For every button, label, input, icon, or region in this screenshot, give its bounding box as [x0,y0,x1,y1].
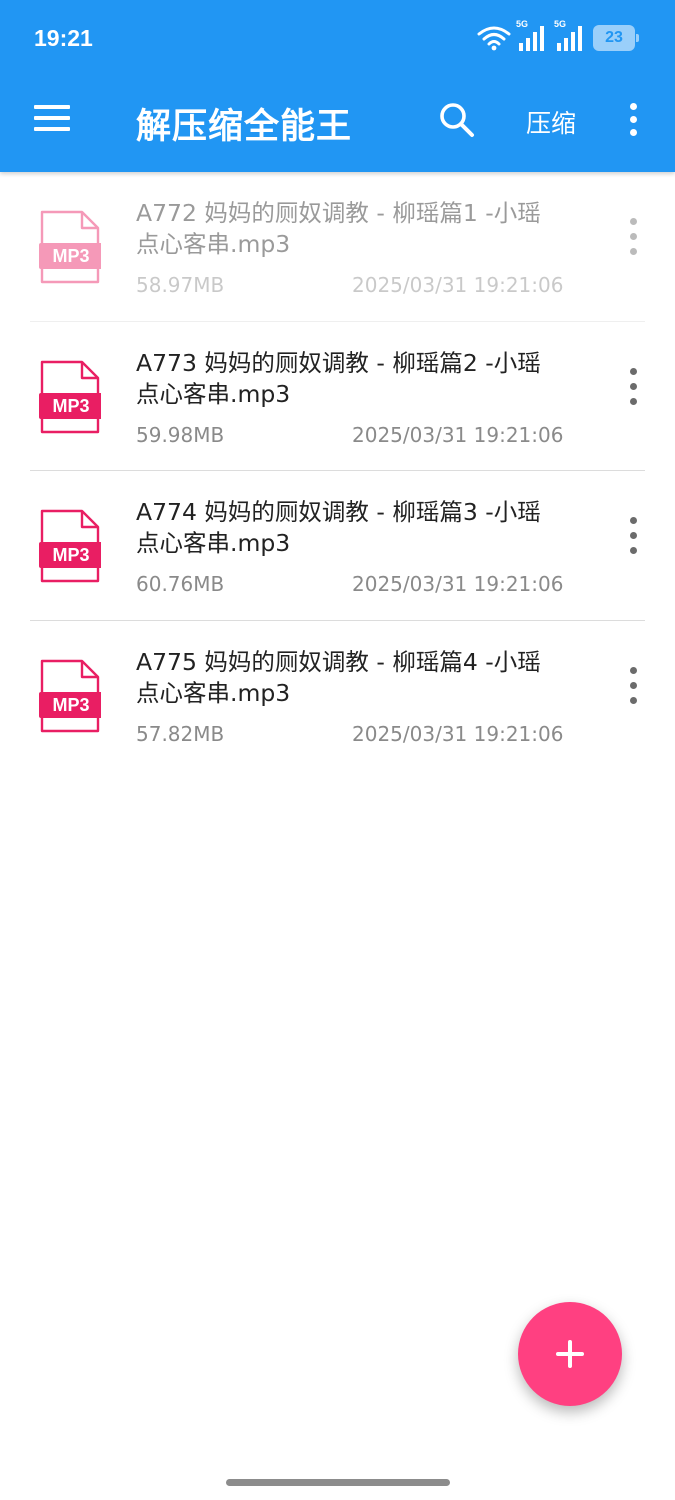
signal-strength-icon-1: 5G [516,19,549,53]
file-more-icon[interactable] [624,216,644,258]
status-time: 19:21 [34,25,93,51]
file-date: 2025/03/31 19:21:06 [352,273,564,297]
mp3-file-icon: MP3 [39,360,101,433]
file-date: 2025/03/31 19:21:06 [352,422,564,447]
app-header: 19:21 5G 5G 23 解压缩全能王 压缩 [0,0,675,172]
file-list: MP3 A772 妈妈的厕奴调教 - 柳瑶篇1 -小瑶 点心客串.mp3 58.… [0,172,675,770]
add-fab-button[interactable] [518,1302,622,1406]
file-date: 2025/03/31 19:21:06 [352,721,564,746]
signal-label-1: 5G [516,19,529,29]
mp3-file-icon: MP3 [39,509,101,583]
file-row[interactable]: MP3 A773 妈妈的厕奴调教 - 柳瑶篇2 -小瑶 点心客串.mp3 59.… [0,322,675,471]
screen: 19:21 5G 5G 23 解压缩全能王 压缩 MP3 A772 妈妈的厕奴调… [0,0,675,1500]
mp3-file-icon: MP3 [39,659,101,732]
mp3-file-icon: MP3 [39,210,101,284]
file-row[interactable]: MP3 A775 妈妈的厕奴调教 - 柳瑶篇4 -小瑶 点心客串.mp3 57.… [0,621,675,771]
home-indicator[interactable] [226,1479,450,1486]
signal-label-2: 5G [554,19,567,29]
file-name: A773 妈妈的厕奴调教 - 柳瑶篇2 -小瑶 点心客串.mp3 [136,348,541,408]
signal-strength-icon-2: 5G [554,19,587,53]
svg-text:MP3: MP3 [52,396,89,416]
file-more-icon[interactable] [624,515,644,557]
svg-text:MP3: MP3 [52,545,89,565]
compress-button[interactable]: 压缩 [526,104,576,140]
file-more-icon[interactable] [624,366,644,408]
file-row[interactable]: MP3 A774 妈妈的厕奴调教 - 柳瑶篇3 -小瑶 点心客串.mp3 60.… [0,471,675,621]
svg-text:MP3: MP3 [52,695,89,715]
file-name: A774 妈妈的厕奴调教 - 柳瑶篇3 -小瑶 点心客串.mp3 [136,498,541,557]
file-name: A775 妈妈的厕奴调教 - 柳瑶篇4 -小瑶 点心客串.mp3 [136,647,541,707]
search-icon[interactable] [438,101,476,139]
more-vertical-icon[interactable] [624,101,644,139]
svg-text:MP3: MP3 [52,246,89,266]
app-title: 解压缩全能王 [136,107,353,147]
file-size: 59.98MB [136,422,225,447]
battery-level: 23 [605,29,623,46]
file-more-icon[interactable] [624,665,644,707]
wifi-icon [477,26,511,51]
file-size: 58.97MB [136,273,225,297]
file-date: 2025/03/31 19:21:06 [352,572,564,596]
file-size: 60.76MB [136,572,225,596]
file-row[interactable]: MP3 A772 妈妈的厕奴调教 - 柳瑶篇1 -小瑶 点心客串.mp3 58.… [0,172,675,322]
file-name: A772 妈妈的厕奴调教 - 柳瑶篇1 -小瑶 点心客串.mp3 [136,199,541,258]
hamburger-menu-icon[interactable] [34,103,72,133]
file-size: 57.82MB [136,721,225,746]
battery-icon: 23 [593,25,639,51]
status-icons: 5G 5G 23 [477,19,639,54]
